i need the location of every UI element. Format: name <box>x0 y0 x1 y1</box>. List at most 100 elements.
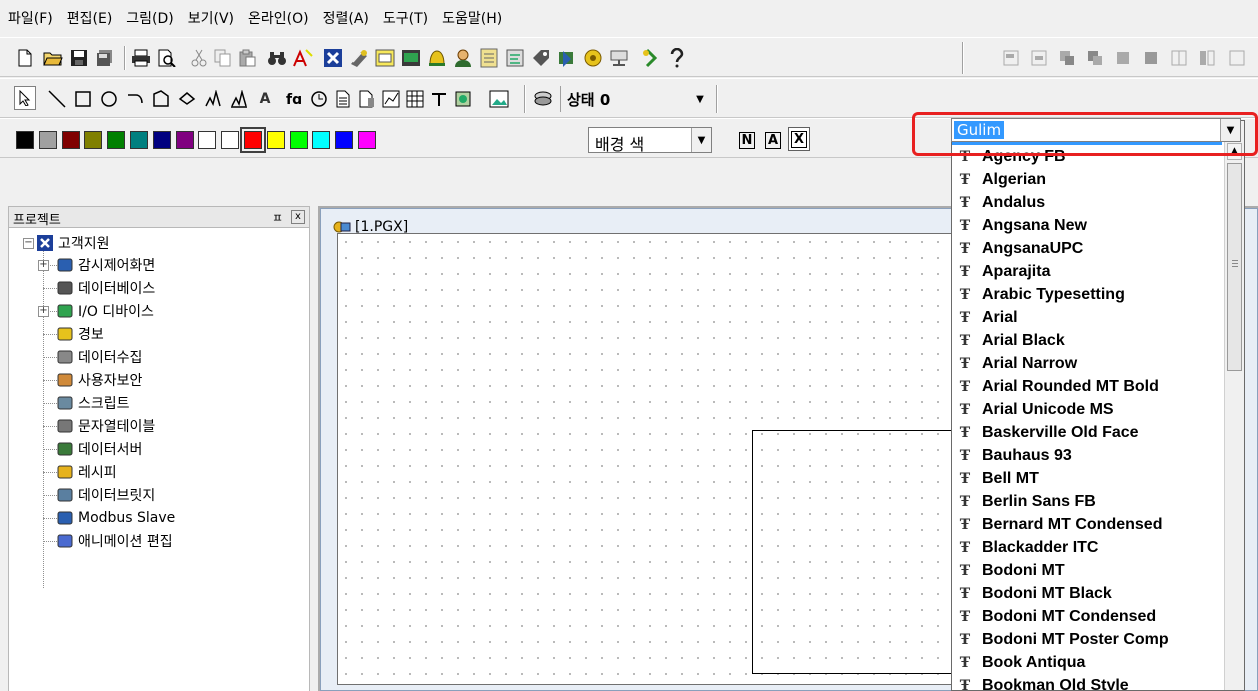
screen-window-icon[interactable] <box>374 45 396 71</box>
font-option[interactable]: Ŧ AngsanaUPC <box>952 237 1222 260</box>
color-swatch[interactable] <box>16 131 34 149</box>
menu-item[interactable]: 정렬(A) <box>323 8 369 28</box>
print-icon[interactable] <box>130 45 152 71</box>
font-option[interactable]: Ŧ Andalus <box>952 191 1222 214</box>
send-backward-icon[interactable] <box>1084 45 1106 71</box>
new-file-icon[interactable] <box>14 45 36 71</box>
menu-item[interactable]: 보기(V) <box>188 8 234 28</box>
polygon-tool-icon[interactable] <box>150 86 172 112</box>
report-tool-icon[interactable] <box>356 86 378 112</box>
background-color-combo[interactable]: 배경 색 ▼ <box>588 127 712 154</box>
menu-item[interactable]: 파일(F) <box>8 8 53 28</box>
document-tool-icon[interactable] <box>332 86 354 112</box>
menu-item[interactable]: 도움말(H) <box>442 8 502 28</box>
tree-item[interactable]: 데이터수집 <box>57 346 142 368</box>
ellipse-tool-icon[interactable] <box>98 86 120 112</box>
color-swatch[interactable] <box>240 127 266 153</box>
chevron-down-icon[interactable]: ▼ <box>690 86 710 112</box>
color-swatch[interactable] <box>289 131 308 149</box>
drawing-canvas[interactable] <box>337 233 962 685</box>
color-swatch[interactable] <box>358 131 376 149</box>
data-log-tool-icon[interactable] <box>478 45 500 71</box>
transparent-mode-button[interactable]: X <box>788 127 810 151</box>
font-option[interactable]: Ŧ Bernard MT Condensed <box>952 513 1222 536</box>
polyline-tool-icon[interactable] <box>176 86 198 112</box>
find-binoculars-icon[interactable] <box>266 45 288 71</box>
font-option[interactable]: Ŧ Blackadder ITC <box>952 536 1222 559</box>
tree-item[interactable]: 데이터베이스 <box>57 277 155 299</box>
activex-tool-icon[interactable] <box>452 86 474 112</box>
font-option[interactable]: Ŧ Bodoni MT Condensed <box>952 605 1222 628</box>
dropdown-scrollbar[interactable]: ▲ <box>1224 121 1244 690</box>
font-option[interactable]: Ŧ Book Antiqua <box>952 651 1222 674</box>
rectangle-shape[interactable] <box>752 430 962 674</box>
font-option[interactable]: Ŧ Arial <box>952 306 1222 329</box>
recipe-tool-icon[interactable] <box>582 45 604 71</box>
font-option[interactable]: Ŧ Arabic Typesetting <box>952 283 1222 306</box>
open-folder-icon[interactable] <box>42 45 64 71</box>
color-swatch[interactable] <box>312 131 331 149</box>
compile-icon[interactable] <box>640 45 662 71</box>
color-swatch[interactable] <box>107 131 126 149</box>
io-device-tool-icon[interactable] <box>400 45 422 71</box>
rectangle-tool-icon[interactable] <box>72 86 94 112</box>
font-option[interactable]: Ŧ Bookman Old Style <box>952 674 1222 691</box>
bridge-tool-icon[interactable] <box>608 45 630 71</box>
chevron-down-icon[interactable]: ▼ <box>691 128 711 152</box>
group-icon[interactable] <box>1112 45 1134 71</box>
collapse-expander[interactable]: − <box>23 238 34 249</box>
tree-item[interactable]: 데이터서버 <box>57 438 142 460</box>
tree-item[interactable]: 데이터브릿지 <box>57 484 155 506</box>
font-option[interactable]: Ŧ Aparajita <box>952 260 1222 283</box>
help-icon[interactable] <box>666 45 688 71</box>
save-all-icon[interactable] <box>94 45 116 71</box>
tree-item[interactable]: 사용자보안 <box>57 369 142 391</box>
tree-item[interactable]: I/O 디바이스 <box>57 300 154 322</box>
font-option[interactable]: Ŧ Bell MT <box>952 467 1222 490</box>
curve-tool-icon[interactable] <box>202 86 224 112</box>
color-swatch[interactable] <box>335 131 354 149</box>
arc-tool-icon[interactable] <box>124 86 146 112</box>
project-x-icon[interactable] <box>322 45 344 71</box>
color-swatch[interactable] <box>198 131 217 149</box>
color-swatch[interactable] <box>61 131 80 149</box>
paste-icon[interactable] <box>236 45 258 71</box>
expand-expander[interactable]: + <box>38 306 49 317</box>
align-left-icon[interactable] <box>1000 45 1022 71</box>
tree-item[interactable]: 레시피 <box>57 461 117 483</box>
server-tool-icon[interactable] <box>556 45 578 71</box>
alpha-mode-button[interactable]: A <box>762 127 784 153</box>
menu-item[interactable]: 편집(E) <box>67 8 113 28</box>
chart-tool-icon[interactable] <box>380 86 402 112</box>
user-tool-icon[interactable] <box>452 45 474 71</box>
font-option[interactable]: Ŧ Bodoni MT <box>952 559 1222 582</box>
normal-mode-button[interactable]: N <box>736 127 758 153</box>
font-option[interactable]: Ŧ Bauhaus 93 <box>952 444 1222 467</box>
menu-item[interactable]: 온라인(O) <box>248 8 309 28</box>
bring-forward-icon[interactable] <box>1056 45 1078 71</box>
layer-state-combo[interactable]: 상태 0 ▼ <box>560 86 710 112</box>
font-option[interactable]: Ŧ Arial Rounded MT Bold <box>952 375 1222 398</box>
distribute-icon[interactable] <box>1168 45 1190 71</box>
text-tool-icon[interactable]: A <box>254 86 276 112</box>
tree-item[interactable]: 스크립트 <box>57 392 130 414</box>
color-swatch[interactable] <box>38 131 57 149</box>
align-center-icon[interactable] <box>1028 45 1050 71</box>
expand-expander[interactable]: + <box>38 260 49 271</box>
tree-root-project[interactable]: 고객지원 <box>37 232 110 254</box>
color-swatch[interactable] <box>175 131 194 149</box>
tree-item[interactable]: Modbus Slave <box>57 507 175 529</box>
color-swatch[interactable] <box>84 131 103 149</box>
menu-item[interactable]: 도구(T) <box>383 8 428 28</box>
font-option[interactable]: Ŧ Bodoni MT Black <box>952 582 1222 605</box>
tag-tool-icon[interactable] <box>530 45 552 71</box>
font-option[interactable]: Ŧ Algerian <box>952 168 1222 191</box>
script-tool-icon[interactable] <box>504 45 526 71</box>
tree-item[interactable]: 경보 <box>57 323 104 345</box>
close-panel-button[interactable]: x <box>291 210 305 224</box>
tree-item[interactable]: 애니메이션 편집 <box>57 530 173 552</box>
alarm-tool-icon[interactable] <box>426 45 448 71</box>
copy-icon[interactable] <box>212 45 234 71</box>
pin-icon[interactable]: ㅍ <box>272 209 283 226</box>
color-swatch[interactable] <box>152 131 171 149</box>
